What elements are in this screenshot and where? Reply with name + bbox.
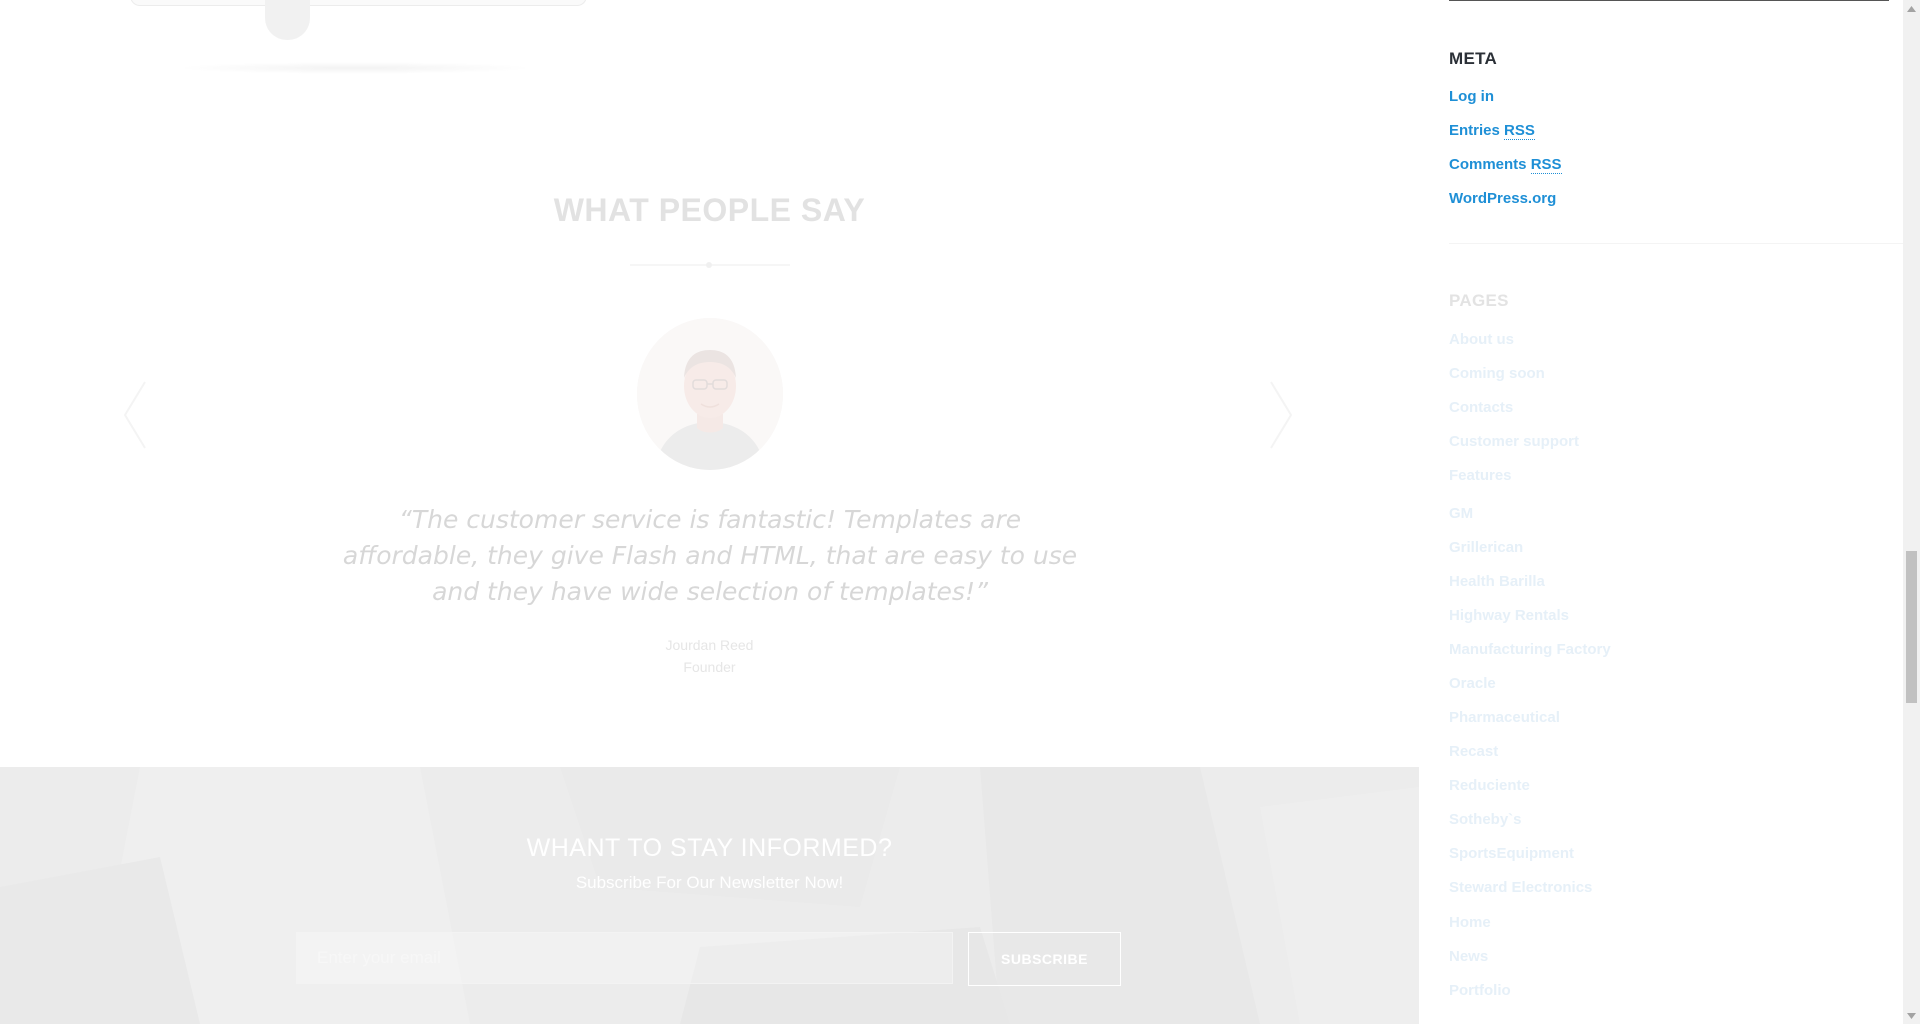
vertical-scrollbar[interactable] bbox=[1903, 0, 1920, 1024]
testimonial-author-role: Founder bbox=[683, 659, 736, 675]
page-link-portfolio[interactable]: Portfolio bbox=[1449, 982, 1511, 999]
testimonial-author-name: Jourdan Reed bbox=[665, 637, 754, 653]
title-divider-dot bbox=[706, 262, 712, 268]
page-link-pharmaceutical[interactable]: Pharmaceutical bbox=[1449, 709, 1560, 726]
page: WHAT PEOPLE SAY “The customer service is… bbox=[0, 0, 1920, 1024]
newsletter-title: WHANT TO STAY INFORMED? bbox=[526, 834, 893, 862]
sidebar-top-rule bbox=[1449, 0, 1889, 1]
meta-link-comments-rss[interactable]: Comments RSS bbox=[1449, 156, 1562, 174]
scroll-down-icon[interactable] bbox=[1903, 1007, 1920, 1024]
meta-link-log-in[interactable]: Log in bbox=[1449, 88, 1494, 105]
scroll-up-icon[interactable] bbox=[1903, 0, 1920, 17]
page-link-news[interactable]: News bbox=[1449, 948, 1488, 965]
scrollbar-thumb[interactable] bbox=[1906, 551, 1917, 703]
newsletter-section: WHANT TO STAY INFORMED? Subscribe For Ou… bbox=[0, 767, 1419, 1024]
chevron-right-icon[interactable] bbox=[1266, 380, 1296, 450]
sidebar: META Log in Entries RSS Comments RSS Wor… bbox=[1419, 0, 1903, 1024]
page-link-highway-rentals[interactable]: Highway Rentals bbox=[1449, 607, 1569, 624]
testimonial-quote: “The customer service is fantastic! Temp… bbox=[342, 505, 1078, 606]
page-link-features[interactable]: Features bbox=[1449, 467, 1512, 484]
chevron-left-icon[interactable] bbox=[120, 380, 150, 450]
page-link-coming-soon[interactable]: Coming soon bbox=[1449, 365, 1545, 382]
meta-link-entries-rss[interactable]: Entries RSS bbox=[1449, 122, 1535, 140]
main-content: WHAT PEOPLE SAY “The customer service is… bbox=[0, 0, 1419, 1024]
rss-abbreviation: RSS bbox=[1530, 156, 1562, 174]
page-link-steward-electronics[interactable]: Steward Electronics bbox=[1449, 879, 1592, 896]
page-link-sothebys[interactable]: Sotheby`s bbox=[1449, 811, 1522, 828]
meta-widget-title: META bbox=[1449, 49, 1498, 68]
testimonials-title: WHAT PEOPLE SAY bbox=[553, 192, 866, 228]
email-input[interactable] bbox=[296, 932, 953, 984]
meta-link-wordpress-org[interactable]: WordPress.org bbox=[1449, 190, 1556, 207]
page-link-home[interactable]: Home bbox=[1449, 914, 1491, 931]
sidebar-divider bbox=[1449, 243, 1903, 244]
page-link-about-us[interactable]: About us bbox=[1449, 331, 1514, 348]
device-mockup-image bbox=[130, 0, 587, 80]
page-link-health-barilla[interactable]: Health Barilla bbox=[1449, 573, 1545, 590]
page-link-manufacturing-factory[interactable]: Manufacturing Factory bbox=[1449, 641, 1611, 658]
rss-abbreviation: RSS bbox=[1504, 122, 1535, 140]
page-link-grillerican[interactable]: Grillerican bbox=[1449, 539, 1523, 556]
page-link-gm[interactable]: GM bbox=[1449, 505, 1473, 522]
newsletter-subtitle: Subscribe For Our Newsletter Now! bbox=[575, 873, 844, 892]
newsletter-background-image bbox=[0, 767, 1419, 1024]
subscribe-button[interactable]: SUBSCRIBE bbox=[968, 932, 1121, 986]
testimonial-avatar bbox=[637, 318, 783, 470]
page-link-oracle[interactable]: Oracle bbox=[1449, 675, 1496, 692]
page-link-recast[interactable]: Recast bbox=[1449, 743, 1498, 760]
page-link-reduciente[interactable]: Reduciente bbox=[1449, 777, 1530, 794]
page-link-contacts[interactable]: Contacts bbox=[1449, 399, 1513, 416]
pages-widget-title: PAGES bbox=[1449, 291, 1509, 310]
page-link-customer-support[interactable]: Customer support bbox=[1449, 433, 1579, 450]
page-link-sports-equipment[interactable]: SportsEquipment bbox=[1449, 845, 1574, 862]
